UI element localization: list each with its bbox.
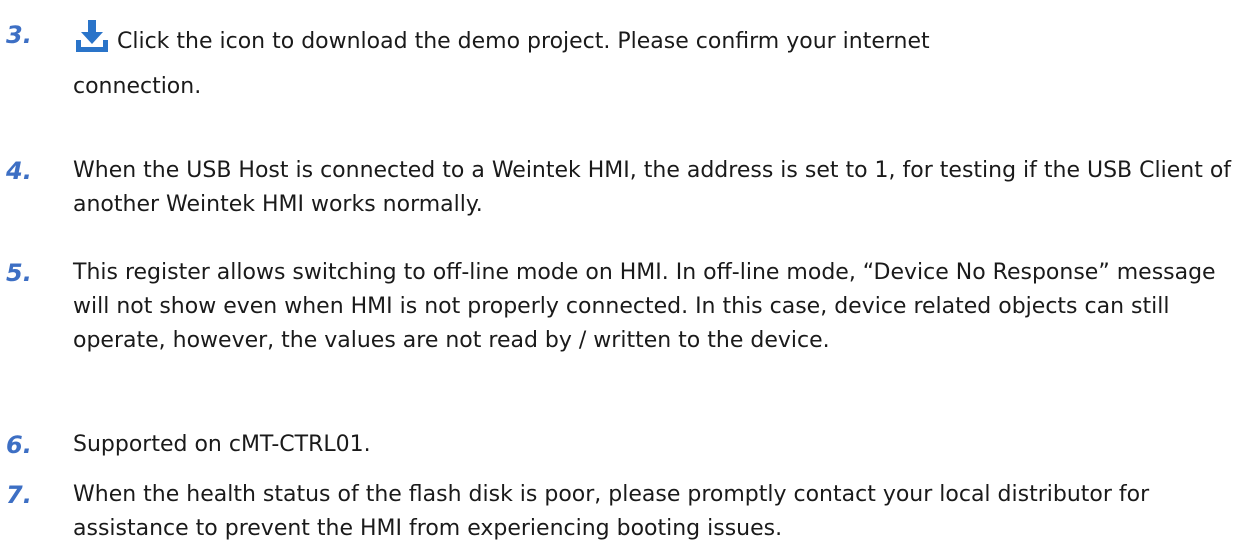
note-item: 7. When the health status of the flash d… [0,478,1239,546]
note-text: Click the icon to download the demo proj… [73,18,1233,59]
note-number: 7. [6,481,32,509]
note-number: 5. [6,259,32,287]
note-text: Supported on cMT-CTRL01. [73,432,371,457]
download-icon[interactable] [73,18,111,54]
note-text: When the health status of the flash disk… [73,482,1150,541]
note-item: 6. Supported on cMT-CTRL01. [0,428,1239,462]
note-item: 3. Click the icon to download the demo p… [0,18,1239,104]
note-number: 6. [6,431,32,459]
note-text-line1: Click the icon to download the demo proj… [117,29,930,54]
note-item: 5. This register allows switching to off… [0,256,1239,426]
notes-list: 3. Click the icon to download the demo p… [0,0,1239,555]
note-item: 4. When the USB Host is connected to a W… [0,154,1239,222]
note-number: 3. [6,21,32,49]
note-text: This register allows switching to off-li… [73,260,1216,353]
note-number: 4. [6,157,32,185]
note-text-line2: connection. [73,74,202,99]
note-text: When the USB Host is connected to a Wein… [73,158,1232,217]
